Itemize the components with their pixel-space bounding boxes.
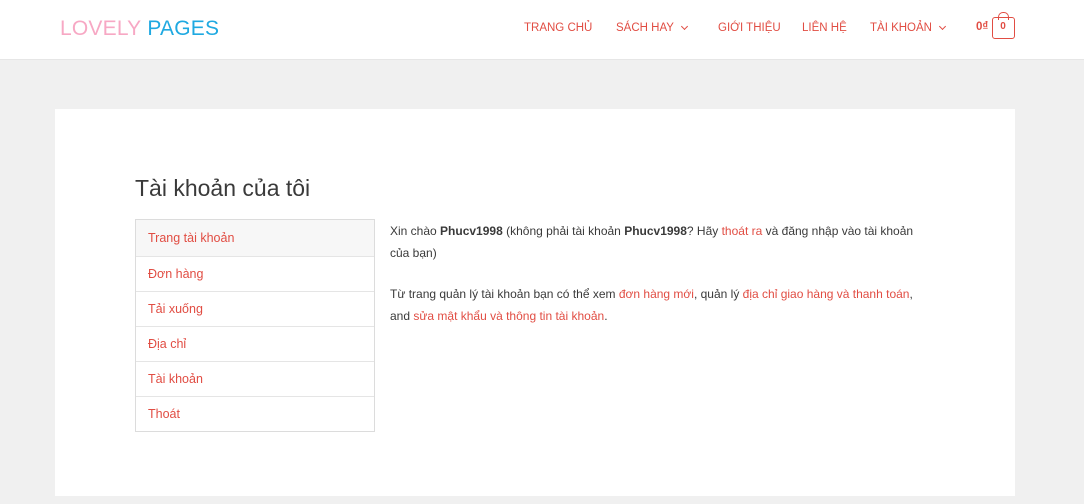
cart-total: 0₫: [976, 21, 989, 33]
nav-item-books[interactable]: SÁCH HAY: [616, 21, 688, 35]
nav-item-account[interactable]: TÀI KHOẢN: [870, 21, 947, 35]
username: Phucv1998: [440, 224, 503, 238]
account-nav-addresses[interactable]: Địa chỉ: [136, 326, 374, 361]
account-nav-logout[interactable]: Thoát: [136, 396, 374, 431]
nav-item-label: SÁCH HAY: [616, 22, 674, 34]
account-nav-downloads[interactable]: Tải xuống: [136, 291, 374, 326]
shopping-bag-icon: 0: [992, 12, 1015, 39]
account-nav-account-details[interactable]: Tài khoản: [136, 361, 374, 396]
nav-item-about[interactable]: GIỚI THIỆU: [718, 21, 781, 35]
nav-item-label: TRANG CHỦ: [524, 22, 593, 34]
account-details-link[interactable]: sửa mật khẩu và thông tin tài khoản: [413, 309, 604, 323]
account-nav-orders[interactable]: Đơn hàng: [136, 256, 374, 291]
site-header: LOVELY PAGES TRANG CHỦ SÁCH HAY GIỚI THIỆ…: [0, 0, 1084, 60]
dashboard-middle: , quản lý: [693, 287, 743, 301]
account-card: Tài khoản của tôi Trang tài khoản Đơn hà…: [55, 109, 1015, 496]
greeting-middle: (không phải tài khoản: [502, 224, 625, 238]
logout-link[interactable]: thoát ra: [722, 224, 763, 238]
account-nav-dashboard[interactable]: Trang tài khoản: [136, 220, 374, 256]
page-title: Tài khoản của tôi: [135, 175, 311, 201]
account-content: Xin chào Phucv1998 (không phải tài khoản…: [390, 220, 930, 327]
logo-text-lovely: LOVELY: [60, 17, 142, 40]
nav-item-label: GIỚI THIỆU: [718, 22, 781, 34]
dashboard-end: .: [604, 309, 608, 323]
greeting-prefix: Xin chào: [390, 224, 441, 238]
username-again: Phucv1998: [624, 224, 687, 238]
chevron-down-icon: [938, 22, 947, 31]
chevron-down-icon: [680, 22, 688, 31]
site-logo[interactable]: LOVELY PAGES: [60, 17, 219, 41]
logo-text-pages: PAGES: [147, 17, 220, 40]
nav-item-home[interactable]: TRANG CHỦ: [524, 21, 592, 35]
recent-orders-link[interactable]: đơn hàng mới: [619, 287, 694, 301]
nav-item-label: TÀI KHOẢN: [870, 22, 932, 34]
cart-count: 0: [1000, 21, 1006, 32]
addresses-link[interactable]: địa chỉ giao hàng và thanh toán: [743, 287, 910, 301]
greeting-question: ? Hãy: [686, 224, 722, 238]
greeting-paragraph: Xin chào Phucv1998 (không phải tài khoản…: [390, 220, 930, 264]
nav-item-label: LIÊN HỆ: [802, 22, 847, 34]
dashboard-prefix: Từ trang quản lý tài khoản bạn có thể xe…: [390, 287, 619, 301]
dashboard-paragraph: Từ trang quản lý tài khoản bạn có thể xe…: [390, 283, 930, 327]
nav-item-contact[interactable]: LIÊN HỆ: [802, 21, 847, 35]
account-navigation: Trang tài khoản Đơn hàng Tải xuống Địa c…: [135, 219, 375, 432]
